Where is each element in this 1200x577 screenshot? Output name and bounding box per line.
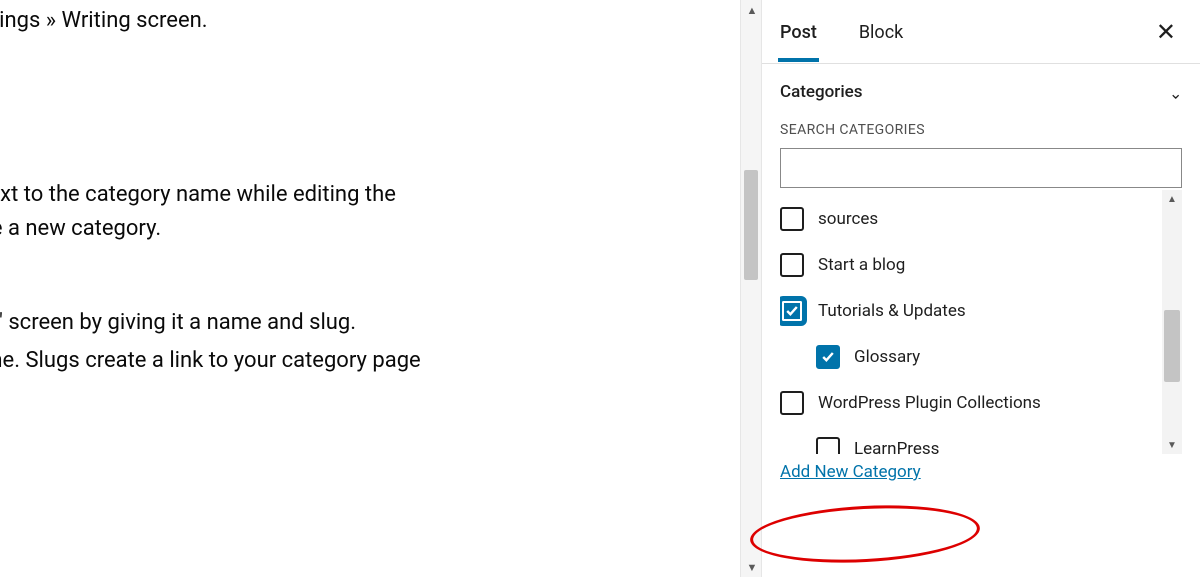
category-label: Glossary [854,347,920,367]
category-checkbox[interactable] [816,345,840,369]
category-checkbox[interactable] [780,253,804,277]
close-icon[interactable]: ✕ [1150,14,1182,50]
category-label: WordPress Plugin Collections [818,393,1041,413]
content-scrollbar[interactable]: ▲ ▼ [740,0,762,577]
scroll-down-icon[interactable]: ▼ [741,557,763,577]
tab-block[interactable]: Block [859,2,903,61]
search-categories-label: SEARCH CATEGORIES [780,122,1182,138]
paragraph: x next to the category name while editin… [0,178,730,212]
category-label: LearnPress [854,439,939,454]
tab-post[interactable]: Post [780,2,817,61]
category-item: sources [780,196,1158,242]
category-label: sources [818,209,878,229]
category-label: Tutorials & Updates [818,301,966,321]
category-checkbox[interactable] [780,207,804,231]
editor-sidebar: Post Block ✕ Categories ⌃ SEARCH CATEGOR… [762,0,1200,577]
category-item: LearnPress [780,426,1158,454]
categories-scrollbar[interactable]: ▲ ▼ [1162,190,1182,454]
scroll-down-icon[interactable]: ▼ [1162,436,1182,454]
sidebar-tabs: Post Block ✕ [762,0,1200,64]
category-item: Start a blog [780,242,1158,288]
category-item: Glossary [780,334,1158,380]
add-new-category-link[interactable]: Add New Category [780,462,921,482]
paragraph: Settings » Writing screen. [0,4,730,38]
paragraph: d one. Slugs create a link to your categ… [0,344,730,378]
panel-toggle-categories[interactable]: Categories ⌃ [780,64,1182,120]
category-checkbox[interactable] [780,391,804,415]
main-content: Settings » Writing screen. x next to the… [0,0,740,577]
categories-panel: Categories ⌃ SEARCH CATEGORIES sources St… [762,64,1200,482]
paragraph: eate a new category. [0,212,730,246]
scroll-up-icon[interactable]: ▲ [1162,190,1182,208]
category-label: Start a blog [818,255,905,275]
categories-list: sources Start a blog Tutorials & Updates Gl… [780,190,1158,454]
category-checkbox[interactable] [780,299,804,323]
categories-scroll-area: sources Start a blog Tutorials & Updates Gl… [780,190,1182,454]
panel-title: Categories [780,82,863,102]
scroll-up-icon[interactable]: ▲ [741,0,763,20]
category-checkbox[interactable] [816,437,840,454]
paragraph: ries" screen by giving it a name and slu… [0,306,730,340]
article-text: Settings » Writing screen. x next to the… [0,0,730,378]
scroll-thumb[interactable] [744,170,758,280]
chevron-up-icon: ⌃ [1169,83,1182,102]
search-categories-input[interactable] [780,148,1182,188]
category-item: Tutorials & Updates [780,288,1158,334]
category-item: WordPress Plugin Collections [780,380,1158,426]
scroll-thumb[interactable] [1164,310,1180,382]
